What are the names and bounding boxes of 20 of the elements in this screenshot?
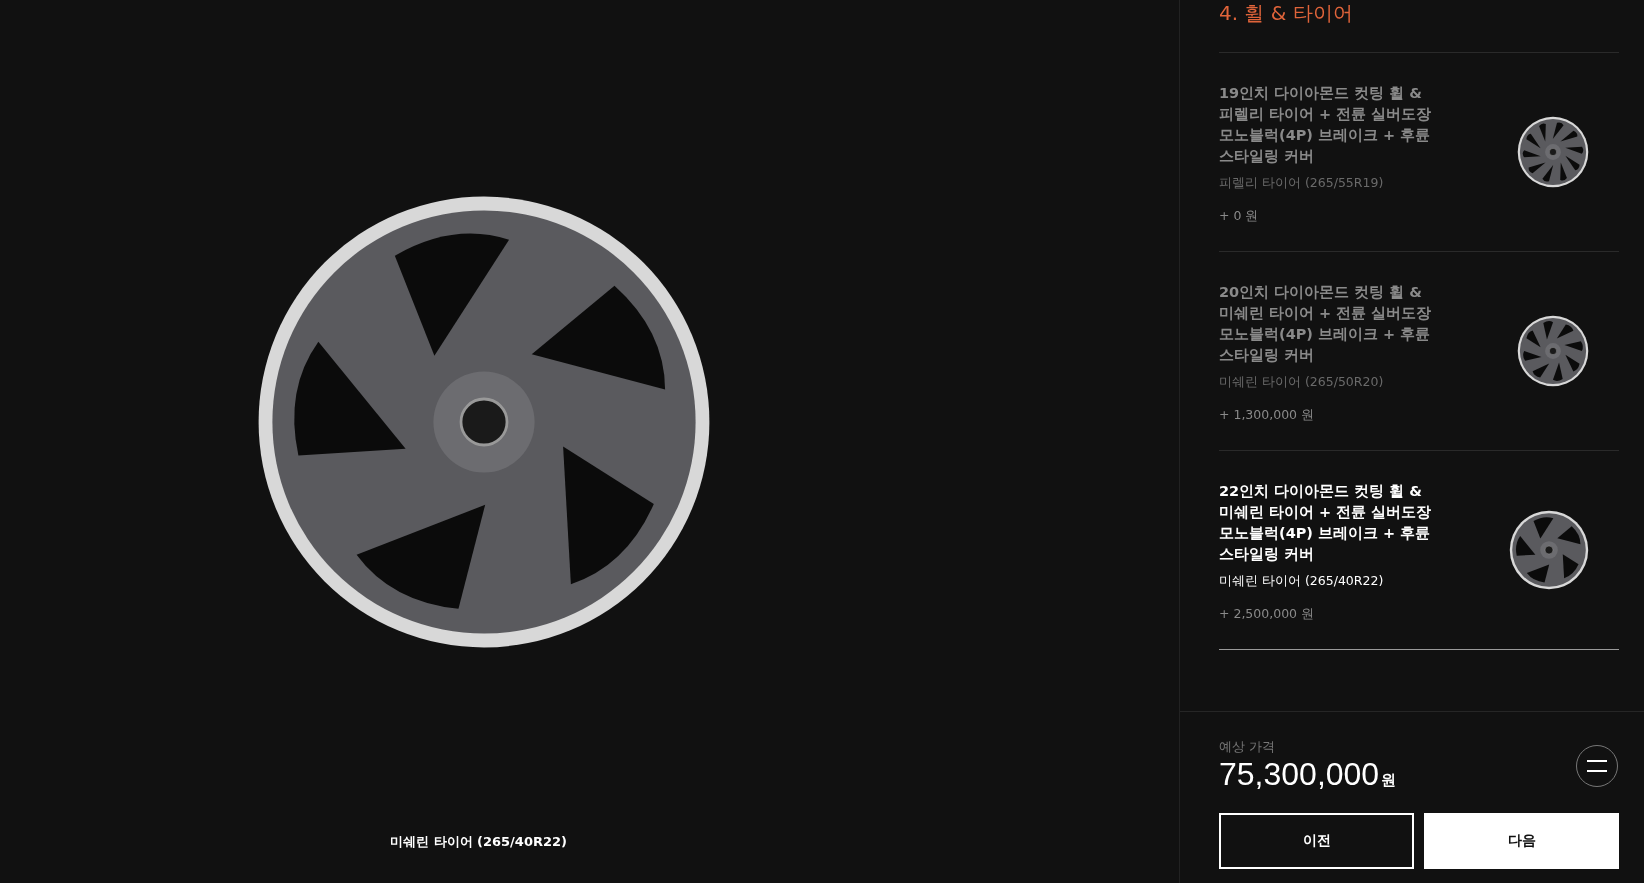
- option-price: + 1,300,000 원: [1219, 407, 1316, 424]
- menu-icon: [1587, 759, 1607, 772]
- price-unit: 원: [1381, 771, 1397, 790]
- previous-button[interactable]: 이전: [1219, 813, 1414, 869]
- next-button[interactable]: 다음: [1424, 813, 1619, 869]
- wheel-option[interactable]: 19인치 다이아몬드 컷팅 휠 & 피렐리 타이어 + 전륜 실버도장 모노블럭(4P) 브레이크 + 후륜 스타일링 커버 피렐리 타이어 (265/55R19) + 0 원: [1219, 53, 1619, 252]
- option-tire: 미쉐린 타이어 (265/50R20): [1219, 374, 1385, 391]
- option-tire: 미쉐린 타이어 (265/40R22): [1219, 573, 1385, 590]
- price-label: 예상 가격: [1219, 738, 1277, 756]
- option-tire: 피렐리 타이어 (265/55R19): [1219, 175, 1385, 192]
- price-amount: 75,300,000: [1219, 756, 1380, 793]
- option-name: 22인치 다이아몬드 컷팅 휠 & 미쉐린 타이어 + 전륜 실버도장 모노블럭(4P) 브레이크 + 후륜 스타일링 커버: [1219, 482, 1433, 564]
- wheel-option[interactable]: 20인치 다이아몬드 컷팅 휠 & 미쉐린 타이어 + 전륜 실버도장 모노블럭(4P) 브레이크 + 후륜 스타일링 커버 미쉐린 타이어 (265/50R20) + 1,300,000 원: [1219, 252, 1619, 451]
- wheel-option[interactable]: 22인치 다이아몬드 컷팅 휠 & 미쉐린 타이어 + 전륜 실버도장 모노블럭(4P) 브레이크 + 후륜 스타일링 커버 미쉐린 타이어 (265/40R22) + 2,500,000 원: [1219, 451, 1619, 650]
- option-price: + 2,500,000 원: [1219, 606, 1316, 623]
- tire-caption: 미쉐린 타이어 (265/40R22): [390, 833, 567, 851]
- option-name: 20인치 다이아몬드 컷팅 휠 & 미쉐린 타이어 + 전륜 실버도장 모노블럭(4P) 브레이크 + 후륜 스타일링 커버: [1219, 283, 1433, 365]
- section-title: 4. 휠 & 타이어: [1219, 0, 1619, 53]
- option-price: + 0 원: [1219, 208, 1260, 225]
- option-name: 19인치 다이아몬드 컷팅 휠 & 피렐리 타이어 + 전륜 실버도장 모노블럭(4P) 브레이크 + 후륜 스타일링 커버: [1219, 84, 1433, 166]
